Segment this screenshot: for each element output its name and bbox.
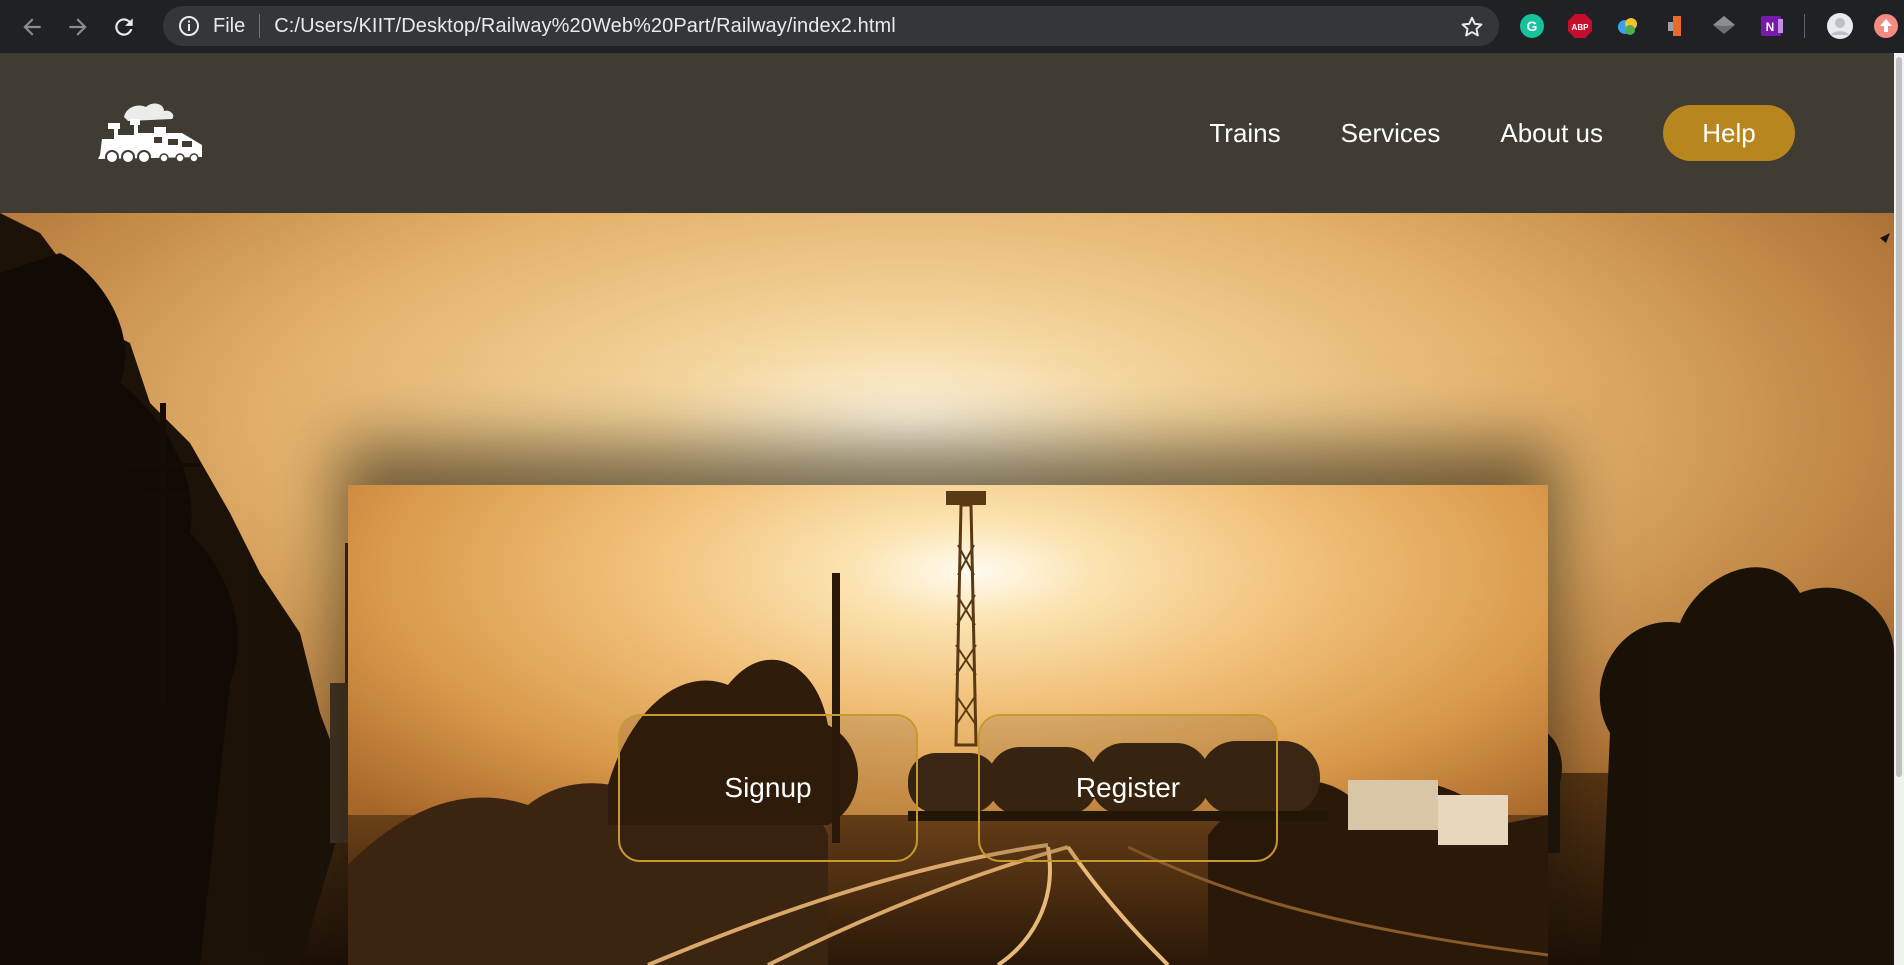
register-button[interactable]: Register — [978, 714, 1278, 862]
signup-button[interactable]: Signup — [618, 714, 918, 862]
adblock-plus-icon[interactable]: ABP — [1566, 12, 1594, 40]
site-header: Trains Services About us Help — [0, 53, 1894, 213]
browser-toolbar: File C:/Users/KIIT/Desktop/Railway%20Web… — [0, 0, 1904, 53]
hero-section: Signup Register — [0, 213, 1894, 965]
forward-button[interactable] — [58, 7, 98, 47]
steam-train-logo[interactable] — [94, 99, 206, 165]
svg-text:N: N — [1766, 20, 1775, 34]
panel-sunset-image — [348, 485, 1548, 965]
onenote-icon[interactable]: N — [1758, 12, 1786, 40]
color-picker-icon[interactable] — [1614, 12, 1642, 40]
svg-text:ABP: ABP — [1572, 23, 1590, 32]
back-arrow-icon — [23, 17, 41, 36]
page-scrollbar[interactable] — [1894, 53, 1904, 965]
scrollbar-thumb[interactable] — [1896, 57, 1902, 777]
layers-icon[interactable] — [1710, 12, 1738, 40]
url-text[interactable]: C:/Users/KIIT/Desktop/Railway%20Web%20Pa… — [274, 15, 896, 38]
toolbar-divider — [1804, 14, 1805, 38]
main-nav: Trains Services About us Help — [1209, 105, 1795, 161]
hero-overlay-panel: Signup Register — [348, 485, 1548, 965]
nav-link-about-us[interactable]: About us — [1500, 118, 1603, 149]
forward-arrow-icon — [69, 17, 87, 36]
page-viewport: Trains Services About us Help Signup Reg… — [0, 53, 1894, 965]
address-bar[interactable]: File C:/Users/KIIT/Desktop/Railway%20Web… — [163, 6, 1499, 46]
nav-link-services[interactable]: Services — [1341, 118, 1441, 149]
reload-icon — [115, 17, 133, 36]
reload-button[interactable] — [104, 7, 144, 47]
info-icon[interactable] — [177, 14, 201, 38]
grammarly-icon[interactable]: G — [1518, 12, 1546, 40]
profile-avatar[interactable] — [1826, 12, 1854, 40]
svg-text:G: G — [1527, 18, 1538, 34]
url-scheme-label: File — [213, 14, 246, 37]
bookmark-star-icon[interactable] — [1459, 14, 1485, 40]
extension-icon[interactable] — [1662, 12, 1690, 40]
back-button[interactable] — [12, 7, 52, 47]
update-icon[interactable] — [1872, 12, 1900, 40]
nav-link-trains[interactable]: Trains — [1209, 118, 1280, 149]
help-button[interactable]: Help — [1663, 105, 1795, 161]
address-divider — [259, 14, 261, 38]
